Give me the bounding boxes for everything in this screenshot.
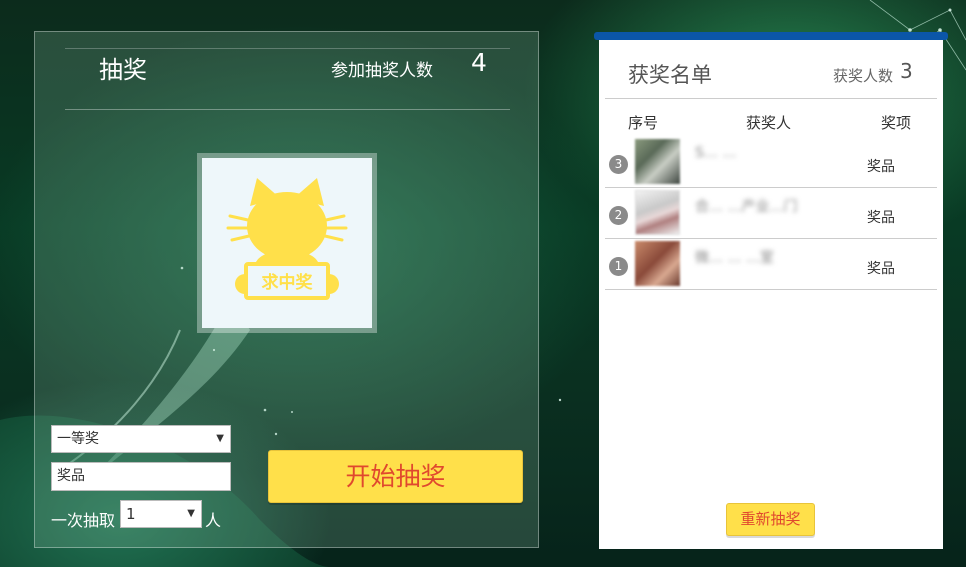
start-draw-button[interactable]: 开始抽奖 [268,450,523,503]
rank-badge: 3 [609,155,628,174]
rank-badge: 2 [609,206,628,225]
column-header-index: 序号 [628,114,659,132]
lottery-panel: 抽奖 参加抽奖人数 4 求中奖 一等奖 ▼ 奖品 一次抽取 1 ▼ 人 开始抽奖 [34,31,539,548]
winner-row: 2 合… …产业…门 奖品 [605,188,937,239]
prize-level-select[interactable]: 一等奖 ▼ [51,425,231,453]
winners-title: 获奖名单 [628,63,712,87]
prize-level-value: 一等奖 [57,431,99,447]
winner-avatar [635,241,680,286]
redraw-button[interactable]: 重新抽奖 [726,503,815,536]
winners-count: 3 [900,59,913,83]
winner-avatar [635,190,680,235]
draw-count-prefix: 一次抽取 [51,511,116,530]
lottery-title: 抽奖 [99,56,147,84]
participants-count: 4 [471,48,487,77]
draw-count-value: 1 [126,505,136,523]
winner-name: 合… …产业…门 [695,199,798,215]
winners-panel-topbar [594,32,948,40]
winner-prize: 奖品 [867,159,895,175]
draw-avatar: 求中奖 [202,158,372,328]
cat-mascot-icon: 求中奖 [226,178,348,300]
winners-count-label: 获奖人数 [833,67,894,85]
column-header-winner: 获奖人 [746,114,792,132]
winners-panel: 获奖名单 获奖人数 3 序号 获奖人 奖项 3 S… … 奖品 2 合… …产业… [594,32,948,549]
chevron-down-icon: ▼ [187,508,195,519]
divider [605,98,937,99]
chevron-down-icon: ▼ [216,433,224,444]
winner-row: 3 S… … 奖品 [605,137,937,188]
column-header-prize: 奖项 [881,114,912,132]
rank-badge: 1 [609,257,628,276]
winner-avatar [635,139,680,184]
winner-name: 微… … …室 [695,250,774,266]
prize-name-input[interactable]: 奖品 [51,462,231,491]
participants-label: 参加抽奖人数 [331,61,433,81]
winner-prize: 奖品 [867,261,895,277]
winner-name: S… … [695,145,737,161]
draw-count-select[interactable]: 1 ▼ [120,500,202,528]
draw-count-unit: 人 [205,511,222,530]
avatar-sign-text: 求中奖 [262,272,314,293]
winner-prize: 奖品 [867,210,895,226]
winner-row: 1 微… … …室 奖品 [605,239,937,290]
draw-avatar-frame: 求中奖 [197,153,377,333]
